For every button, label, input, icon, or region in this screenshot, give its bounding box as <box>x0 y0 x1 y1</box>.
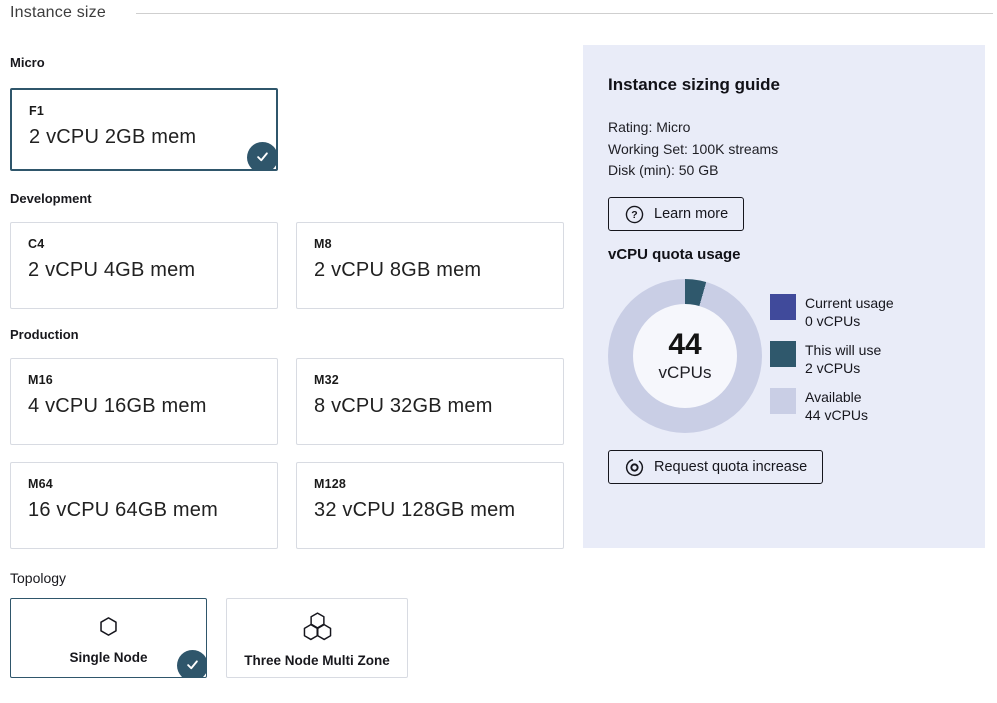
size-card-m8[interactable]: M8 2 vCPU 8GB mem <box>296 222 564 309</box>
legend-swatch-available <box>770 388 796 414</box>
size-card-code: M32 <box>314 373 546 387</box>
size-card-m32[interactable]: M32 8 vCPU 32GB mem <box>296 358 564 445</box>
legend-label: This will use <box>805 341 881 359</box>
section-label-production: Production <box>10 327 79 342</box>
section-label-topology: Topology <box>10 570 66 586</box>
donut-center-value: 44 <box>668 329 701 361</box>
size-card-code: M128 <box>314 477 546 491</box>
selected-check-badge <box>177 650 207 678</box>
topology-card-three-node-multi-zone[interactable]: Three Node Multi Zone <box>226 598 408 678</box>
legend-value: 44 vCPUs <box>805 406 868 424</box>
guide-title: Instance sizing guide <box>608 75 780 95</box>
topology-label: Three Node Multi Zone <box>244 653 390 668</box>
guide-rating: Rating: Micro <box>608 117 778 139</box>
size-card-desc: 2 vCPU 8GB mem <box>314 259 546 282</box>
question-circle-icon: ? <box>624 204 645 225</box>
size-card-code: C4 <box>28 237 260 251</box>
size-card-code: F1 <box>29 104 259 118</box>
checkmark-icon <box>255 149 270 164</box>
legend-item-this-will-use: This will use 2 vCPUs <box>770 341 881 377</box>
page-title: Instance size <box>10 4 106 22</box>
legend-swatch-current-usage <box>770 294 796 320</box>
size-card-m128[interactable]: M128 32 vCPU 128GB mem <box>296 462 564 549</box>
size-card-desc: 8 vCPU 32GB mem <box>314 395 546 418</box>
vcpu-quota-donut-chart: 44 vCPUs <box>608 279 762 433</box>
legend-item-available: Available 44 vCPUs <box>770 388 868 424</box>
request-quota-increase-button[interactable]: Request quota increase <box>608 450 823 484</box>
size-card-c4[interactable]: C4 2 vCPU 4GB mem <box>10 222 278 309</box>
size-card-m16[interactable]: M16 4 vCPU 16GB mem <box>10 358 278 445</box>
legend-label: Current usage <box>805 294 894 312</box>
topology-card-single-node[interactable]: Single Node <box>10 598 207 678</box>
size-card-m64[interactable]: M64 16 vCPU 64GB mem <box>10 462 278 549</box>
guide-working-set: Working Set: 100K streams <box>608 139 778 161</box>
size-card-desc: 2 vCPU 2GB mem <box>29 126 259 149</box>
svg-text:?: ? <box>631 209 637 221</box>
hexagon-icon <box>97 615 120 638</box>
request-quota-increase-label: Request quota increase <box>654 459 807 475</box>
section-label-development: Development <box>10 191 92 206</box>
donut-center-unit: vCPUs <box>659 363 712 383</box>
donut-center: 44 vCPUs <box>633 304 737 408</box>
topology-label: Single Node <box>69 650 147 665</box>
learn-more-button[interactable]: ? Learn more <box>608 197 744 231</box>
size-card-code: M8 <box>314 237 546 251</box>
size-card-code: M64 <box>28 477 260 491</box>
section-label-micro: Micro <box>10 55 45 70</box>
checkmark-icon <box>185 657 200 672</box>
quota-target-icon <box>624 457 645 478</box>
legend-item-current-usage: Current usage 0 vCPUs <box>770 294 894 330</box>
size-card-desc: 2 vCPU 4GB mem <box>28 259 260 282</box>
instance-sizing-guide-panel: Instance sizing guide Rating: Micro Work… <box>583 45 985 548</box>
legend-swatch-this-will-use <box>770 341 796 367</box>
instance-size-page: Instance size Micro F1 2 vCPU 2GB mem De… <box>0 0 997 703</box>
guide-disk: Disk (min): 50 GB <box>608 160 778 182</box>
selected-check-badge <box>247 142 278 171</box>
legend-label: Available <box>805 388 868 406</box>
guide-info: Rating: Micro Working Set: 100K streams … <box>608 117 778 182</box>
header-divider <box>136 13 993 14</box>
legend-value: 2 vCPUs <box>805 359 881 377</box>
size-card-desc: 32 vCPU 128GB mem <box>314 499 546 522</box>
quota-usage-title: vCPU quota usage <box>608 246 741 263</box>
size-card-f1[interactable]: F1 2 vCPU 2GB mem <box>10 88 278 171</box>
size-card-desc: 16 vCPU 64GB mem <box>28 499 260 522</box>
learn-more-label: Learn more <box>654 206 728 222</box>
three-hexagons-icon <box>299 612 336 641</box>
size-card-code: M16 <box>28 373 260 387</box>
legend-value: 0 vCPUs <box>805 312 894 330</box>
size-card-desc: 4 vCPU 16GB mem <box>28 395 260 418</box>
